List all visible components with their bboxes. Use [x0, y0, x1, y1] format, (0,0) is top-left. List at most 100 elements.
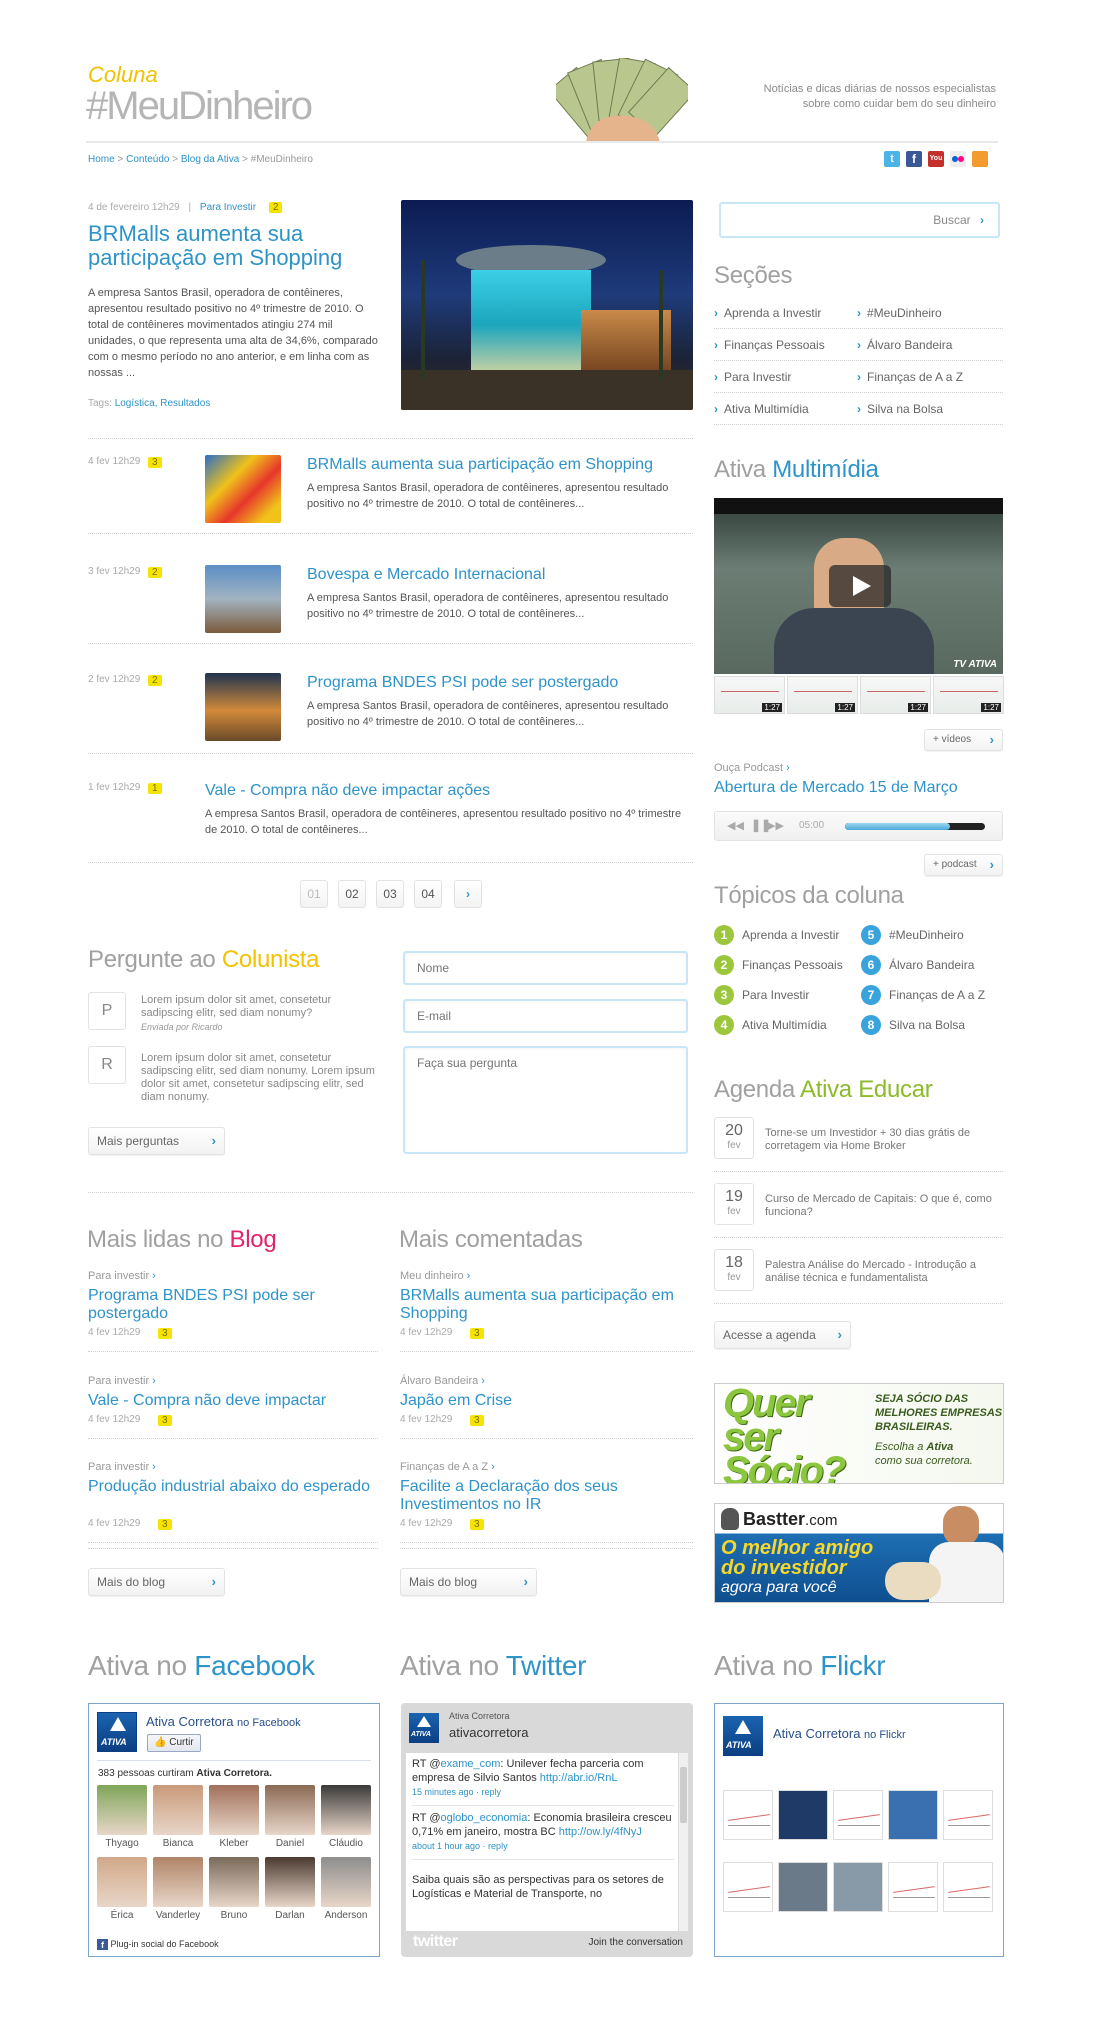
page-2[interactable]: 02 — [338, 880, 366, 908]
fan-avatar[interactable] — [209, 1785, 259, 1835]
post-thumbnail[interactable] — [205, 565, 281, 633]
article-title[interactable]: Facilite a Declaração dos seus Investime… — [400, 1478, 688, 1514]
facebook-icon[interactable]: f — [906, 151, 922, 167]
next-page-button[interactable]: › — [454, 880, 482, 908]
join-conversation-link[interactable]: Join the conversation — [588, 1937, 683, 1948]
featured-category[interactable]: Para Investir — [200, 202, 256, 213]
topic-link[interactable]: 2 Finanças Pessoais — [714, 955, 843, 975]
flickr-photo[interactable] — [888, 1790, 938, 1840]
post-thumbnail[interactable] — [205, 673, 281, 741]
post-title[interactable]: BRMalls aumenta sua participação em Shop… — [307, 456, 653, 474]
fan-name[interactable]: Érica — [92, 1910, 152, 1921]
post-title[interactable]: Vale - Compra não deve impactar ações — [205, 782, 490, 800]
more-questions-button[interactable]: Mais perguntas › — [88, 1127, 225, 1155]
twitter-icon[interactable]: t — [884, 151, 900, 167]
topic-link[interactable]: 8 Silva na Bolsa — [861, 1015, 965, 1035]
category-label[interactable]: Para investir › — [88, 1375, 156, 1387]
flickr-photo[interactable] — [723, 1790, 773, 1840]
fan-avatar[interactable] — [97, 1785, 147, 1835]
category-label[interactable]: Álvaro Bandeira › — [400, 1375, 485, 1387]
agenda-event[interactable]: Curso de Mercado de Capitais: O que é, c… — [765, 1193, 1003, 1219]
featured-image[interactable] — [401, 200, 693, 410]
breadcrumb-conteudo[interactable]: Conteúdo — [126, 154, 169, 165]
article-title[interactable]: Japão em Crise — [400, 1392, 688, 1410]
flickr-photo[interactable] — [888, 1862, 938, 1912]
section-link[interactable]: › Ativa Multimídia — [714, 402, 809, 416]
podcast-title[interactable]: Abertura de Mercado 15 de Março — [714, 779, 958, 797]
fan-name[interactable]: Bianca — [148, 1838, 208, 1849]
search-box[interactable]: Buscar › — [719, 202, 1000, 238]
article-title[interactable]: Produção industrial abaixo do esperado — [88, 1478, 373, 1496]
fan-avatar[interactable] — [209, 1857, 259, 1907]
flickr-photo[interactable] — [943, 1790, 993, 1840]
fan-name[interactable]: Kleber — [204, 1838, 264, 1849]
flickr-photo[interactable] — [943, 1862, 993, 1912]
search-button[interactable]: Buscar › — [933, 213, 984, 227]
section-link[interactable]: › Aprenda a Investir — [714, 306, 821, 320]
fan-avatar[interactable] — [321, 1857, 371, 1907]
section-link[interactable]: › Álvaro Bandeira — [857, 338, 952, 352]
twitter-handle[interactable]: ativacorretora — [449, 1725, 528, 1740]
category-label[interactable]: Para investir › — [88, 1461, 156, 1473]
name-input[interactable] — [403, 951, 688, 985]
fan-name[interactable]: Thyago — [92, 1838, 152, 1849]
tweet-meta[interactable]: about 1 hour ago · reply — [412, 1839, 674, 1853]
video-thumbnail[interactable]: 1:27 — [933, 676, 1004, 714]
banner-bastter[interactable]: Bastter.com O melhor amigo do investidor… — [714, 1503, 1004, 1603]
fan-name[interactable]: Cláudio — [316, 1838, 376, 1849]
video-thumbnail[interactable]: 1:27 — [714, 676, 785, 714]
more-podcast-button[interactable]: + podcast › — [924, 854, 1003, 876]
topic-link[interactable]: 5 #MeuDinheiro — [861, 925, 964, 945]
article-title[interactable]: BRMalls aumenta sua participação em Shop… — [400, 1287, 688, 1323]
more-blog-button[interactable]: Mais do blog › — [88, 1568, 225, 1596]
tweet-user-link[interactable]: oglobo_economia — [441, 1812, 528, 1824]
forward-icon[interactable]: ▶▶ — [767, 819, 784, 832]
section-link[interactable]: › Finanças de A a Z — [857, 370, 963, 384]
rewind-icon[interactable]: ◀◀ — [727, 819, 744, 832]
section-link[interactable]: › Finanças Pessoais — [714, 338, 825, 352]
email-input[interactable] — [403, 999, 688, 1033]
topic-link[interactable]: 6 Álvaro Bandeira — [861, 955, 974, 975]
page-1[interactable]: 01 — [300, 880, 328, 908]
fan-name[interactable]: Darlan — [260, 1910, 320, 1921]
fb-like-button[interactable]: 👍 Curtir — [147, 1734, 201, 1752]
flickr-icon[interactable] — [950, 151, 966, 167]
section-link[interactable]: › #MeuDinheiro — [857, 306, 942, 320]
section-link[interactable]: › Silva na Bolsa — [857, 402, 943, 416]
video-player[interactable]: TV ATIVA — [714, 498, 1003, 674]
category-label[interactable]: Finanças de A a Z › — [400, 1461, 495, 1473]
agenda-event[interactable]: Torne-se um Investidor + 30 dias grátis … — [765, 1127, 1003, 1153]
tweet-link[interactable]: http://ow.ly/4fNyJ — [559, 1826, 642, 1838]
question-textarea[interactable] — [403, 1046, 688, 1154]
tag-links[interactable]: Logística, Resultados — [115, 398, 211, 409]
video-thumbnail[interactable]: 1:27 — [787, 676, 858, 714]
more-videos-button[interactable]: + vídeos › — [924, 729, 1003, 751]
flickr-photo[interactable] — [778, 1790, 828, 1840]
breadcrumb-home[interactable]: Home — [88, 154, 115, 165]
post-thumbnail[interactable] — [205, 455, 281, 523]
more-blog-button-2[interactable]: Mais do blog › — [400, 1568, 537, 1596]
fan-avatar[interactable] — [265, 1785, 315, 1835]
agenda-button[interactable]: Acesse a agenda › — [714, 1321, 851, 1349]
fan-avatar[interactable] — [265, 1857, 315, 1907]
video-thumbnail[interactable]: 1:27 — [860, 676, 931, 714]
page-4[interactable]: 04 — [414, 880, 442, 908]
fan-name[interactable]: Vanderley — [148, 1910, 208, 1921]
fan-avatar[interactable] — [153, 1785, 203, 1835]
orkut-icon[interactable] — [972, 151, 988, 167]
category-label[interactable]: Para investir › — [88, 1270, 156, 1282]
fan-avatar[interactable] — [321, 1785, 371, 1835]
youtube-icon[interactable]: You — [928, 151, 944, 167]
topic-link[interactable]: 3 Para Investir — [714, 985, 809, 1005]
category-label[interactable]: Meu dinheiro › — [400, 1270, 470, 1282]
topic-link[interactable]: 1 Aprenda a Investir — [714, 925, 839, 945]
flickr-photo[interactable] — [778, 1862, 828, 1912]
flickr-photo[interactable] — [833, 1862, 883, 1912]
tweet-user-link[interactable]: exame_com — [441, 1758, 501, 1770]
banner-quer-ser-socio[interactable]: Quer ser Sócio? SEJA SÓCIO DAS MELHORES … — [714, 1383, 1004, 1484]
post-title[interactable]: Bovespa e Mercado Internacional — [307, 566, 545, 584]
topic-link[interactable]: 7 Finanças de A a Z — [861, 985, 985, 1005]
section-link[interactable]: › Para Investir — [714, 370, 791, 384]
search-input[interactable] — [727, 210, 917, 230]
page-3[interactable]: 03 — [376, 880, 404, 908]
